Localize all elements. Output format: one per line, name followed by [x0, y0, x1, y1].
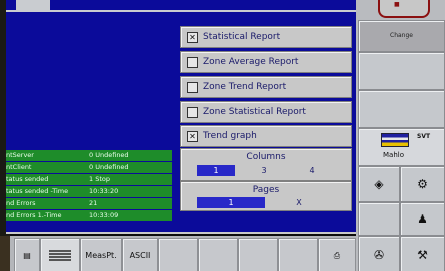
status-value: 0 Undefined: [89, 163, 129, 171]
status-row: tatus sended 1 Stop: [6, 174, 172, 186]
stop-button[interactable]: ■: [378, 0, 430, 18]
tools-icon[interactable]: ⚒: [400, 236, 445, 271]
top-strip: [6, 0, 356, 12]
report-layout-graphic: [49, 249, 71, 262]
pages-title: Pages: [252, 185, 280, 195]
top-strip-segment: [50, 0, 356, 10]
checkbox-empty-icon: [187, 81, 198, 93]
toolbar-blank-button-3[interactable]: [238, 238, 278, 271]
ascii-button[interactable]: ASCII: [122, 238, 158, 271]
option-trend-graph[interactable]: ✕ Trend graph: [180, 125, 352, 147]
stop-icon: ■: [394, 1, 400, 8]
status-key: tatus sended -Time: [6, 187, 69, 195]
status-row: tatus sended -Time 10:33:20: [6, 186, 172, 198]
status-value: 1 Stop: [89, 175, 110, 183]
measpt-button[interactable]: MeasPt.: [80, 238, 122, 271]
toolbar-blank-button-1[interactable]: [158, 238, 198, 271]
pages-option-1[interactable]: 1: [197, 197, 265, 208]
option-label: Zone Average Report: [203, 57, 299, 67]
option-label: Zone Statistical Report: [203, 107, 306, 117]
status-key: ntServer: [6, 151, 34, 159]
status-key: nd Errors 1.-Time: [6, 211, 62, 219]
columns-selector: 1 3 4: [197, 165, 329, 176]
columns-option-1[interactable]: 1: [197, 165, 235, 176]
status-table: ntServer 0 Undefined ntClient 0 Undefine…: [6, 150, 172, 222]
print-icon[interactable]: ⎙: [318, 238, 356, 271]
screen: ✕ Statistical Report Zone Average Report…: [0, 0, 445, 271]
checkbox-checked-icon: ✕: [187, 130, 198, 142]
checkbox-empty-icon: [187, 106, 198, 118]
navigate-diamond-icon[interactable]: ◈: [358, 166, 400, 202]
report-layout-icon[interactable]: [40, 238, 80, 271]
columns-option-4[interactable]: 4: [297, 165, 327, 176]
option-label: Trend graph: [203, 131, 257, 141]
status-row: ntClient 0 Undefined: [6, 162, 172, 174]
pages-group: Pages 1 X: [180, 181, 352, 211]
status-key: tatus sended: [6, 175, 49, 183]
right-blank-button-2[interactable]: [358, 90, 445, 128]
option-zone-average-report[interactable]: Zone Average Report: [180, 51, 352, 73]
option-zone-statistical-report[interactable]: Zone Statistical Report: [180, 101, 352, 123]
change-label: Change: [390, 32, 413, 39]
columns-group: Columns 1 3 4: [180, 148, 352, 181]
toolbar-blank-button-4[interactable]: [278, 238, 318, 271]
change-button[interactable]: Change: [358, 20, 445, 52]
person-icon[interactable]: ♟: [400, 202, 445, 236]
top-strip-segment: [6, 0, 16, 10]
status-value: 0 Undefined: [89, 151, 129, 159]
checkbox-empty-icon: [187, 56, 198, 68]
status-row: nd Errors 1.-Time 10:33:09: [6, 210, 172, 222]
option-label: Zone Trend Report: [203, 82, 287, 92]
settings-people-icon[interactable]: ✇: [358, 236, 400, 271]
checkbox-checked-icon: ✕: [187, 31, 198, 43]
status-value: 10:33:20: [89, 187, 119, 195]
status-value: 21: [89, 199, 98, 207]
logo-bottom-text: Mahlo: [383, 151, 404, 159]
book-icon[interactable]: ▤: [14, 238, 40, 271]
right-blank-button-1[interactable]: [358, 52, 445, 90]
logo-tile: SVT Mahlo: [358, 128, 445, 166]
pages-selector: 1 X: [197, 197, 329, 208]
status-row: ntServer 0 Undefined: [6, 150, 172, 162]
option-statistical-report[interactable]: ✕ Statistical Report: [180, 26, 352, 48]
right-blank-small-button[interactable]: [358, 202, 400, 236]
logo-graphic-icon: [381, 133, 409, 147]
status-key: nd Errors: [6, 199, 36, 207]
status-row: nd Errors 21: [6, 198, 172, 210]
option-zone-trend-report[interactable]: Zone Trend Report: [180, 76, 352, 98]
option-label: Statistical Report: [203, 32, 281, 42]
tool-icon[interactable]: ⚙: [400, 166, 445, 202]
columns-option-3[interactable]: 3: [249, 165, 279, 176]
logo-top-text: SVT: [417, 133, 431, 140]
status-key: ntClient: [6, 163, 32, 171]
columns-title: Columns: [246, 152, 286, 162]
toolbar-blank-button-2[interactable]: [198, 238, 238, 271]
pages-option-x[interactable]: X: [289, 197, 309, 208]
status-value: 10:33:09: [89, 211, 119, 219]
